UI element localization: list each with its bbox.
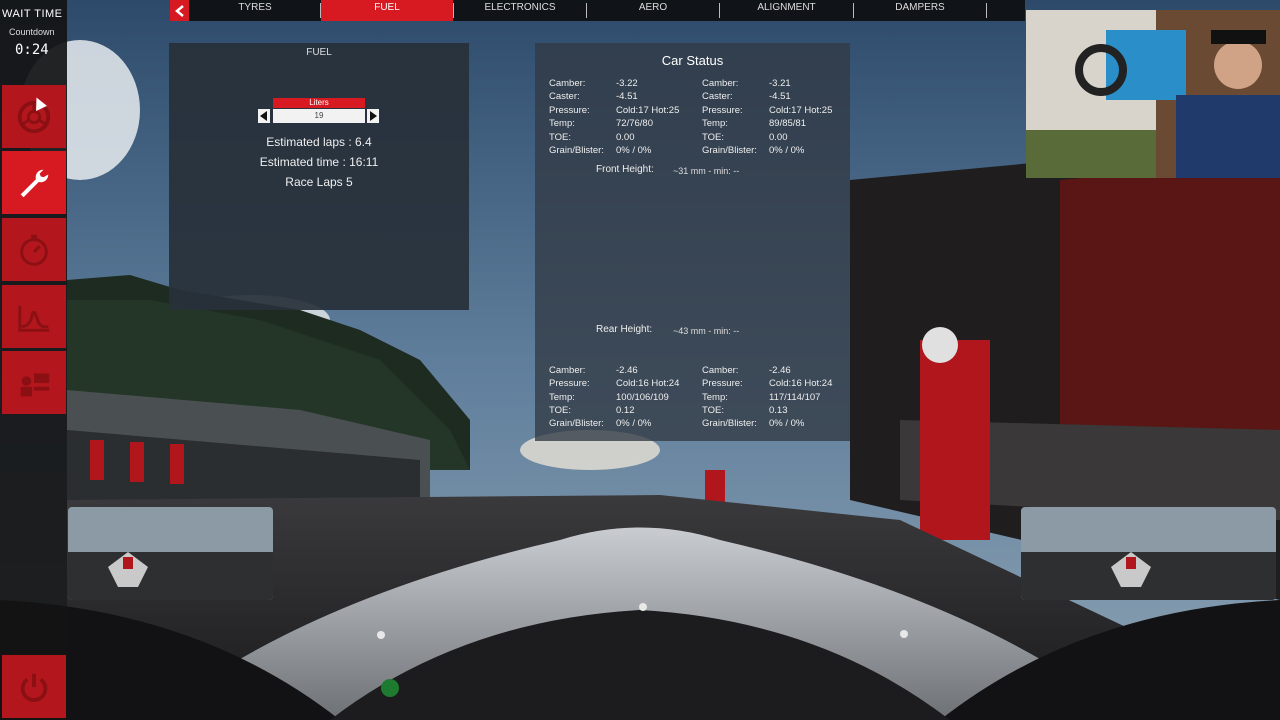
sidebar: WAIT TIME Countdown 0:24: [0, 0, 67, 720]
pit-crew-icon: [20, 373, 50, 396]
telemetry-icon: [18, 305, 50, 332]
wait-time-title: WAIT TIME: [2, 8, 63, 20]
timing-menu-button[interactable]: [2, 218, 66, 281]
rear-height-label: Rear Height:: [596, 324, 653, 335]
setup-tab-bar: TYRES FUEL ELECTRONICS AERO ALIGNMENT DA…: [170, 0, 1025, 21]
liters-slider[interactable]: 19: [273, 109, 365, 123]
telemetry-menu-button[interactable]: [2, 285, 66, 348]
tyres-menu-button[interactable]: [2, 85, 66, 148]
front-height-value: ~31 mm - min: --: [673, 166, 740, 176]
countdown-value: 0:24: [15, 42, 49, 58]
liters-label: Liters: [273, 98, 365, 108]
liters-increase-button[interactable]: [367, 109, 379, 123]
tab-dampers[interactable]: DAMPERS: [854, 0, 986, 21]
exit-button[interactable]: [2, 655, 66, 718]
fuel-panel-title: FUEL: [306, 47, 332, 58]
arrow-left-icon: [260, 111, 267, 121]
rear-height-value: ~43 mm - min: --: [673, 326, 740, 336]
tab-electronics[interactable]: ELECTRONICS: [454, 0, 586, 21]
power-icon: [20, 673, 48, 702]
tab-fuel[interactable]: FUEL: [321, 0, 453, 21]
chevron-left-icon: [174, 4, 184, 17]
tab-tyres[interactable]: TYRES: [190, 0, 320, 21]
setup-menu-button[interactable]: [2, 151, 66, 214]
stopwatch-icon: [20, 234, 48, 266]
countdown-label: Countdown: [9, 27, 55, 37]
right-mirror: [1021, 507, 1276, 600]
pit-menu-button[interactable]: [2, 351, 66, 414]
fuel-panel: FUEL Liters 19 Estimated laps : 6.4 Esti…: [169, 43, 469, 310]
race-laps: Race Laps 5: [285, 175, 353, 189]
webcam-overlay: [1026, 10, 1280, 178]
tab-alignment[interactable]: ALIGNMENT: [720, 0, 853, 21]
front-height-label: Front Height:: [596, 164, 654, 175]
arrow-right-icon: [370, 111, 377, 121]
estimated-laps: Estimated laps : 6.4: [266, 135, 372, 149]
tab-aero[interactable]: AERO: [587, 0, 719, 21]
car-status-panel: Car Status Camber: -3.22 Caster: -4.51 Pre…: [535, 43, 850, 441]
car-status-title: Car Status: [661, 53, 724, 68]
tab-separator: [986, 3, 987, 18]
wrench-icon: [20, 169, 49, 197]
left-mirror: [68, 507, 273, 600]
liters-decrease-button[interactable]: [258, 109, 270, 123]
back-button[interactable]: [170, 0, 189, 21]
estimated-time: Estimated time : 16:11: [259, 155, 379, 169]
